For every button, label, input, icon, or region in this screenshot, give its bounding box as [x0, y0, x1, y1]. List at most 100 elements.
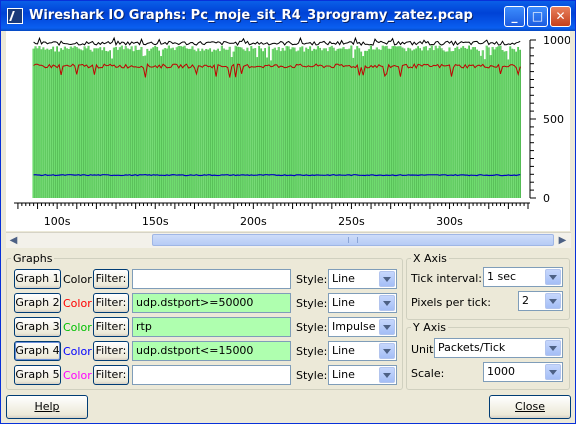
impulse-bar — [171, 47, 174, 198]
impulse-bar — [230, 57, 233, 198]
impulse-bar — [207, 49, 209, 199]
help-button[interactable]: Help — [6, 395, 88, 419]
graph-1-style-value: Line — [332, 272, 355, 285]
chevron-down-icon[interactable] — [379, 271, 395, 287]
scale-value: 1000 — [487, 365, 515, 378]
graph-1-button[interactable]: Graph 1 — [14, 269, 61, 289]
impulse-bar — [332, 47, 335, 199]
close-button[interactable]: Close — [489, 395, 571, 419]
graph-1-filter-button[interactable]: Filter: — [93, 269, 129, 289]
impulse-bar — [310, 50, 313, 199]
graph-4-filter-button[interactable]: Filter: — [93, 341, 129, 361]
impulse-bar — [148, 50, 150, 198]
graph-4-style-value: Line — [332, 344, 355, 357]
graph-2-filter-input[interactable]: udp.dstport>=50000 — [132, 293, 291, 313]
minimize-button[interactable]: _ — [504, 6, 525, 27]
impulse-bar — [352, 57, 354, 198]
graph-4-filter-input[interactable]: udp.dstport<=15000 — [132, 341, 291, 361]
graphs-legend: Graphs — [11, 252, 55, 265]
tick-interval-select[interactable]: 1 sec — [483, 267, 563, 287]
scale-label: Scale: — [411, 367, 445, 380]
impulse-bar — [57, 51, 60, 198]
impulse-bar — [405, 51, 407, 198]
unit-select[interactable]: Packets/Tick — [434, 338, 563, 358]
y-tick-label: 500 — [543, 113, 564, 126]
graph-4-button[interactable]: Graph 4 — [14, 341, 61, 361]
chevron-down-icon[interactable] — [379, 343, 395, 359]
impulse-bar — [479, 55, 482, 198]
graph-2-style-select[interactable]: Line — [328, 293, 397, 313]
graph-1-style-select[interactable]: Line — [328, 269, 397, 289]
chevron-down-icon[interactable] — [379, 367, 395, 383]
help-button-label: Help — [34, 400, 60, 413]
pixels-per-tick-select[interactable]: 2 — [518, 291, 563, 311]
scale-select[interactable]: 1000 — [483, 362, 563, 382]
graph-5-button[interactable]: Graph 5 — [14, 365, 61, 385]
graph-1-color-label[interactable]: Color — [63, 273, 92, 286]
unit-value: Packets/Tick — [438, 341, 506, 354]
impulse-bar — [360, 51, 362, 198]
impulse-bar — [442, 50, 445, 199]
impulse-bar — [436, 48, 439, 198]
impulse-bar — [256, 57, 258, 198]
graph-4-color-label[interactable]: Color — [63, 345, 92, 358]
graph-2-style-label: Style: — [296, 297, 328, 310]
graph-5-filter-input[interactable] — [132, 365, 291, 385]
maximize-button[interactable]: □ — [527, 6, 548, 27]
impulse-bar — [173, 50, 176, 199]
impulse-bar — [142, 56, 145, 198]
graph-4-style-label: Style: — [296, 345, 328, 358]
scroll-left-arrow[interactable]: ◀ — [6, 233, 21, 248]
impulse-bar — [261, 51, 264, 198]
graph-3-color-label[interactable]: Color — [63, 321, 92, 334]
impulse-bar — [346, 49, 349, 198]
impulse-bar — [365, 50, 368, 198]
graph-4-style-select[interactable]: Line — [328, 341, 397, 361]
y-tick-label: 0 — [543, 192, 550, 205]
graph-3-style-select[interactable]: Impulse — [328, 317, 397, 337]
title-bar[interactable]: Wireshark IO Graphs: Pc_moje_sit_R4_3pro… — [1, 1, 575, 31]
graph-1-filter-input[interactable] — [132, 269, 291, 289]
chevron-down-icon[interactable] — [545, 293, 561, 309]
graph-5-filter-button[interactable]: Filter: — [93, 365, 129, 385]
graph-horizontal-scrollbar[interactable]: ◀ ▶ — [6, 232, 571, 248]
impulse-bar — [44, 49, 46, 199]
scrollbar-grip-icon — [348, 237, 358, 243]
graph-3-style-value: Impulse — [332, 320, 376, 333]
chevron-down-icon[interactable] — [545, 364, 561, 380]
impulse-bar — [81, 50, 84, 198]
chevron-down-icon[interactable] — [379, 319, 395, 335]
graph-2-button[interactable]: Graph 2 — [14, 293, 61, 313]
scrollbar-thumb[interactable] — [152, 234, 554, 246]
chevron-down-icon[interactable] — [545, 269, 561, 285]
impulse-bar — [444, 51, 447, 199]
impulse-bar — [428, 48, 431, 198]
graph-2-color-label[interactable]: Color — [63, 297, 92, 310]
impulse-bar — [159, 56, 162, 198]
impulse-bar — [224, 49, 227, 199]
impulse-bar — [67, 48, 70, 198]
chevron-down-icon[interactable] — [545, 340, 561, 356]
graph-2-filter-button[interactable]: Filter: — [93, 293, 129, 313]
impulse-bar — [106, 51, 109, 199]
chevron-down-icon[interactable] — [379, 295, 395, 311]
close-window-button[interactable]: ✕ — [550, 6, 571, 27]
impulse-bar — [259, 48, 262, 199]
impulse-bar — [103, 47, 105, 198]
io-graphs-window: Wireshark IO Graphs: Pc_moje_sit_R4_3pro… — [0, 0, 576, 424]
graph-3-filter-input[interactable]: rtp — [132, 317, 291, 337]
scroll-right-arrow[interactable]: ▶ — [555, 233, 570, 248]
graph-5-style-select[interactable]: Line — [328, 365, 397, 385]
impulse-bar — [354, 49, 356, 198]
impulse-bar — [507, 59, 509, 198]
graph-3-button[interactable]: Graph 3 — [14, 317, 61, 337]
io-graph-plot[interactable]: 1000 500 0 100s 150s 200s 250s 300s — [6, 31, 571, 231]
x-tick-label: 300s — [436, 215, 463, 228]
impulse-bar — [91, 51, 94, 198]
impulse-bar — [269, 60, 272, 199]
graph-5-color-label[interactable]: Color — [63, 369, 92, 382]
impulse-bar — [379, 49, 382, 198]
impulse-bar — [248, 51, 251, 198]
tick-interval-label: Tick interval: — [411, 272, 482, 285]
graph-3-filter-button[interactable]: Filter: — [93, 317, 129, 337]
